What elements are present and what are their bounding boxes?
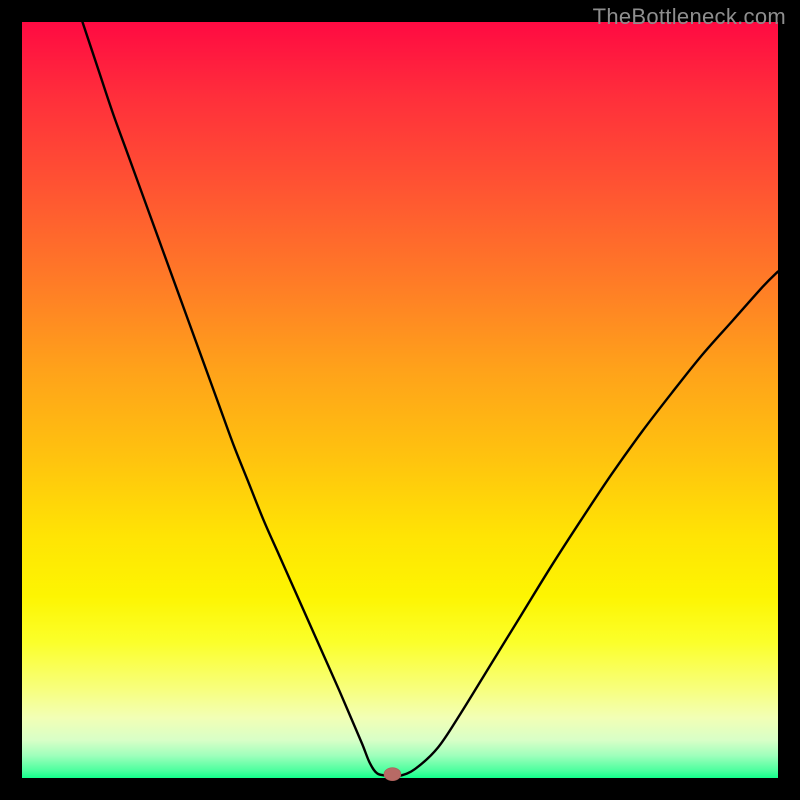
optimal-point-marker — [384, 768, 401, 781]
plot-area — [22, 22, 778, 778]
bottleneck-curve — [22, 22, 778, 778]
chart-frame: TheBottleneck.com — [0, 0, 800, 800]
